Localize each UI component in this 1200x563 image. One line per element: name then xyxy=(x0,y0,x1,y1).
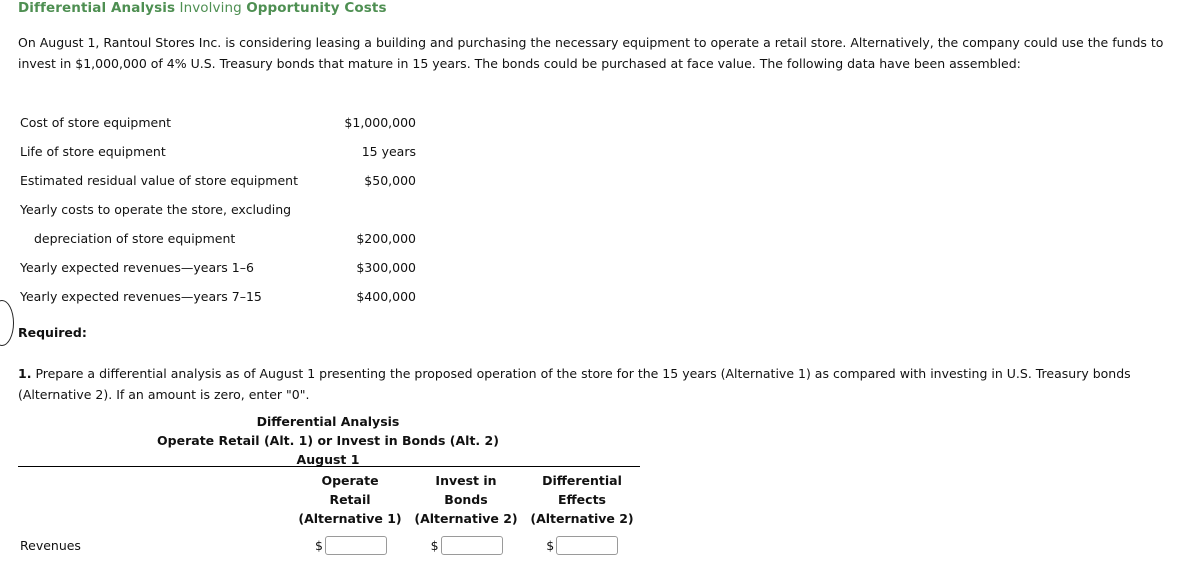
fact-label-6: Yearly expected revenues—years 7–15 xyxy=(20,289,262,304)
column-header-differential-line1: Differential xyxy=(542,473,622,488)
requirement-1: 1. Prepare a differential analysis as of… xyxy=(18,363,1190,405)
fact-label-4: depreciation of store equipment xyxy=(34,231,236,246)
required-heading: Required: xyxy=(18,325,87,340)
page-title-part3: Opportunity Costs xyxy=(246,0,387,16)
column-header-differential-line2: Effects xyxy=(558,492,606,507)
table-row: Cost of store equipment $1,000,000 xyxy=(18,108,418,137)
fact-label-0: Cost of store equipment xyxy=(20,115,172,130)
fact-value-0: $1,000,000 xyxy=(344,115,416,130)
column-header-alt1-line2: Retail xyxy=(329,492,371,507)
table-row: Estimated residual value of store equipm… xyxy=(18,166,418,195)
revenues-alt2-input[interactable] xyxy=(440,536,503,555)
fact-label-2: Estimated residual value of store equipm… xyxy=(20,173,298,188)
fact-value-2: $50,000 xyxy=(364,173,416,188)
cell-revenues-alt1: $ xyxy=(293,536,409,555)
revenues-alt1-input[interactable] xyxy=(324,536,387,555)
analysis-heading-line2: Operate Retail (Alt. 1) or Invest in Bon… xyxy=(157,433,499,448)
fact-label-5: Yearly expected revenues—years 1–6 xyxy=(20,260,254,275)
column-header-alt1: Operate Retail (Alternative 1) xyxy=(292,471,408,528)
currency-symbol: $ xyxy=(314,538,323,553)
document-page: Differential Analysis Involving Opportun… xyxy=(0,0,1200,563)
currency-symbol: $ xyxy=(430,538,439,553)
table-row: Yearly expected revenues—years 1–6 $300,… xyxy=(18,253,418,282)
fact-label-1: Life of store equipment xyxy=(20,144,166,159)
table-row: Yearly costs to operate the store, exclu… xyxy=(18,195,418,224)
column-header-alt2: Invest in Bonds (Alternative 2) xyxy=(408,471,524,528)
intro-paragraph: On August 1, Rantoul Stores Inc. is cons… xyxy=(18,35,1164,71)
analysis-heading: Differential Analysis Operate Retail (Al… xyxy=(18,412,638,469)
column-header-alt2-line3: (Alternative 2) xyxy=(414,511,518,526)
column-header-alt1-line1: Operate xyxy=(321,473,379,488)
assembled-data-table: Cost of store equipment $1,000,000 Life … xyxy=(18,108,418,311)
requirement-number: 1. xyxy=(18,366,32,381)
page-title-part2: Involving xyxy=(179,0,242,16)
fact-label-3: Yearly costs to operate the store, exclu… xyxy=(20,202,292,217)
table-row: Revenues $ $ $ xyxy=(18,536,640,555)
page-title: Differential Analysis Involving Opportun… xyxy=(18,0,387,16)
page-title-part1: Differential Analysis xyxy=(18,0,176,16)
decorative-arc xyxy=(0,300,14,346)
fact-value-5: $300,000 xyxy=(356,260,416,275)
table-row: Life of store equipment 15 years xyxy=(18,137,418,166)
requirement-text: Prepare a differential analysis as of Au… xyxy=(18,366,1131,402)
table-row: depreciation of store equipment $200,000 xyxy=(18,224,418,253)
revenues-differential-input[interactable] xyxy=(556,536,619,555)
column-header-alt1-line3: (Alternative 1) xyxy=(298,511,402,526)
differential-analysis-table: Operate Retail (Alternative 1) Invest in… xyxy=(18,466,640,555)
column-header-differential-line3: (Alternative 2) xyxy=(530,511,634,526)
column-header-alt2-line1: Invest in xyxy=(435,473,497,488)
column-headers: Operate Retail (Alternative 1) Invest in… xyxy=(18,471,640,528)
cell-revenues-alt2: $ xyxy=(409,536,525,555)
column-header-alt2-line2: Bonds xyxy=(444,492,488,507)
fact-value-4: $200,000 xyxy=(356,231,416,246)
fact-value-1: 15 years xyxy=(361,144,416,159)
table-top-rule xyxy=(18,466,640,467)
fact-value-3 xyxy=(316,195,418,224)
analysis-heading-line1: Differential Analysis xyxy=(256,414,400,429)
cell-revenues-differential: $ xyxy=(524,536,640,555)
row-label-revenues: Revenues xyxy=(20,538,81,553)
assembled-data-body: Cost of store equipment $1,000,000 Life … xyxy=(18,108,418,311)
column-header-spacer xyxy=(18,471,292,528)
table-row: Yearly expected revenues—years 7–15 $400… xyxy=(18,282,418,311)
fact-value-6: $400,000 xyxy=(356,289,416,304)
column-header-differential: Differential Effects (Alternative 2) xyxy=(524,471,640,528)
currency-symbol: $ xyxy=(546,538,555,553)
